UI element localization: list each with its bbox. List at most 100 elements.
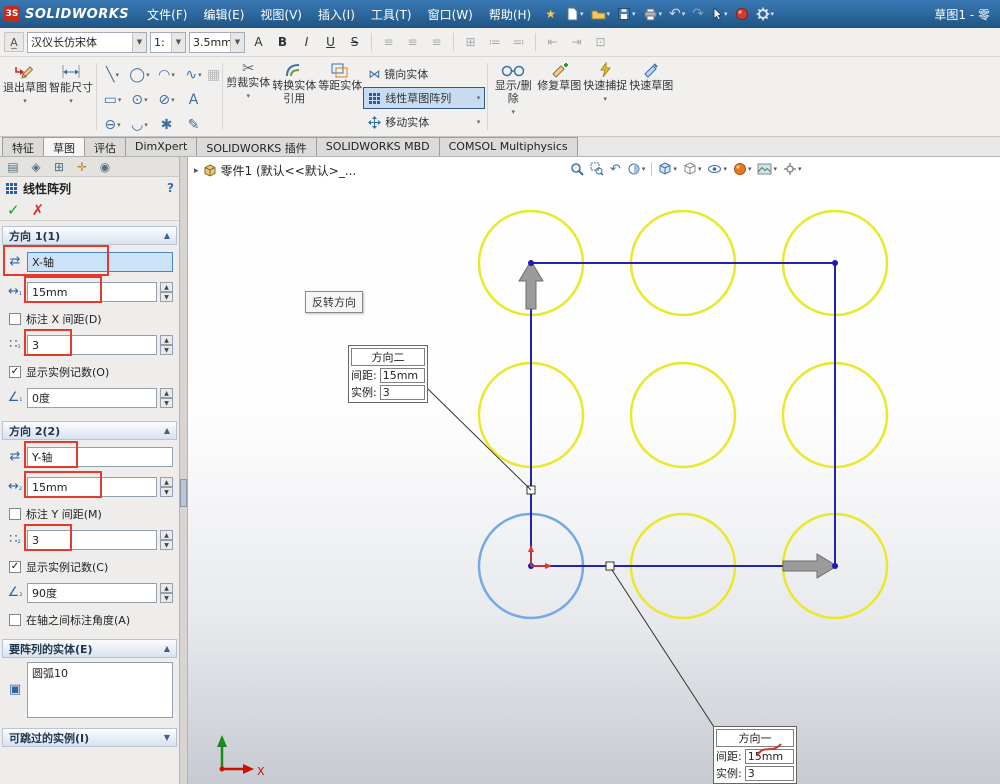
spacing-value[interactable]: 15mm bbox=[380, 368, 425, 383]
open-document-button[interactable]: ▾ bbox=[588, 3, 614, 25]
direction1-spacing-field[interactable]: 15mm bbox=[27, 282, 157, 302]
skip-instances-header[interactable]: 可跳过的实例(I) ▼ bbox=[2, 728, 177, 747]
dim-angle-checkbox[interactable] bbox=[9, 614, 21, 626]
menu-tools[interactable]: 工具(T) bbox=[363, 2, 420, 27]
direction1-angle-field[interactable]: 0度 bbox=[27, 388, 157, 408]
apply-scene-button[interactable]: ▾ bbox=[755, 159, 779, 179]
spinner[interactable]: ▲▼ bbox=[160, 530, 173, 550]
spin-down-icon[interactable]: ▼ bbox=[160, 345, 173, 355]
point-tool-button[interactable]: ✱ bbox=[153, 112, 180, 137]
direction2-spacing-field[interactable]: 15mm bbox=[27, 477, 157, 497]
menu-file[interactable]: 文件(F) bbox=[139, 2, 195, 27]
print-button[interactable]: ▾ bbox=[640, 3, 666, 25]
ellipse-tool-button[interactable]: ⊘▾ bbox=[153, 87, 180, 112]
direction2-angle-field[interactable]: 90度 bbox=[27, 583, 157, 603]
direction1-header[interactable]: 方向 1(1) ▲ bbox=[2, 226, 177, 245]
direction1-callout[interactable]: 方向一 间距: 15mm 实例: 3 bbox=[713, 726, 797, 784]
save-button[interactable]: ▾ bbox=[614, 3, 639, 25]
dimxpertmanager-icon[interactable]: ✛ bbox=[72, 158, 92, 175]
underline-button[interactable]: U bbox=[320, 32, 341, 53]
dim-y-spacing-checkbox[interactable] bbox=[9, 508, 21, 520]
mirror-entities-button[interactable]: ⋈ 镜向实体 bbox=[363, 63, 485, 85]
flyout-chevron-icon[interactable]: ▸ bbox=[194, 166, 199, 176]
sketch-canvas[interactable]: X bbox=[180, 157, 1000, 784]
text-tool-button[interactable]: A bbox=[180, 87, 207, 112]
entities-list-item[interactable]: 圆弧10 bbox=[32, 665, 168, 681]
text-format-icon[interactable]: A̲ bbox=[4, 32, 24, 52]
spin-up-icon[interactable]: ▲ bbox=[160, 477, 173, 487]
edit-appearance-button[interactable]: ▾ bbox=[731, 159, 754, 179]
spin-up-icon[interactable]: ▲ bbox=[160, 583, 173, 593]
font-dialog-button[interactable]: A bbox=[248, 32, 269, 53]
view-orientation-button[interactable]: ▾ bbox=[656, 159, 679, 179]
section-view-button[interactable]: ▾ bbox=[625, 159, 648, 179]
reverse-direction-icon[interactable]: ⇄ bbox=[6, 450, 24, 464]
bullet-list-icon[interactable]: ≔ bbox=[484, 32, 505, 53]
show-instance-count-checkbox-2[interactable]: ✓ bbox=[9, 561, 21, 573]
flyout-tree-header[interactable]: ▸ 零件1 (默认<<默认>_... bbox=[194, 162, 356, 179]
menu-edit[interactable]: 编辑(E) bbox=[195, 2, 252, 27]
align-left-icon[interactable]: ≡ bbox=[378, 32, 399, 53]
direction2-count-field[interactable]: 3 bbox=[27, 530, 157, 550]
rectangle-tool-button[interactable]: ▭▾ bbox=[99, 87, 126, 112]
tab-comsol[interactable]: COMSOL Multiphysics bbox=[439, 137, 578, 156]
text-height-combo[interactable]: 3.5mm ▼ bbox=[189, 32, 245, 53]
number-list-icon[interactable]: ≕ bbox=[508, 32, 529, 53]
circle-tool-button[interactable]: ◯▾ bbox=[126, 62, 153, 87]
line-tool-button[interactable]: ╲▾ bbox=[99, 62, 126, 87]
spinner[interactable]: ▲▼ bbox=[160, 388, 173, 408]
menu-view[interactable]: 视图(V) bbox=[252, 2, 310, 27]
arc-tool-button[interactable]: ◠▾ bbox=[153, 62, 180, 87]
entities-header[interactable]: 要阵列的实体(E) ▲ bbox=[2, 639, 177, 658]
sketch-picture-button[interactable]: ▦ bbox=[207, 62, 220, 87]
direction2-header[interactable]: 方向 2(2) ▲ bbox=[2, 421, 177, 440]
indent-left-icon[interactable]: ⇤ bbox=[542, 32, 563, 53]
fillet-tool-button[interactable]: ◡▾ bbox=[126, 112, 153, 137]
trim-entities-button[interactable]: ✂ 剪裁实体 ▾ bbox=[225, 59, 271, 134]
menu-insert[interactable]: 插入(I) bbox=[310, 2, 363, 27]
repair-sketch-button[interactable]: 修复草图 bbox=[536, 59, 582, 134]
direction1-count-field[interactable]: 3 bbox=[27, 335, 157, 355]
show-instance-count-checkbox-1[interactable]: ✓ bbox=[9, 366, 21, 378]
spin-up-icon[interactable]: ▲ bbox=[160, 335, 173, 345]
spinner[interactable]: ▲▼ bbox=[160, 583, 173, 603]
spline-tool-button[interactable]: ∿▾ bbox=[180, 62, 207, 87]
construction-tool-button[interactable]: ✎ bbox=[180, 112, 207, 137]
ok-button[interactable]: ✓ bbox=[7, 201, 20, 219]
redo-button[interactable]: ↷ bbox=[689, 3, 707, 25]
indent-right-icon[interactable]: ⇥ bbox=[566, 32, 587, 53]
linear-sketch-pattern-button[interactable]: 线性草图阵列 ▾ bbox=[363, 87, 485, 109]
spin-down-icon[interactable]: ▼ bbox=[160, 487, 173, 497]
zoom-fit-button[interactable] bbox=[568, 159, 586, 179]
polygon-tool-button[interactable]: ⊖▾ bbox=[99, 112, 126, 137]
undo-button[interactable]: ↶ ▾ bbox=[666, 3, 688, 25]
rotate-text-icon[interactable]: ⊞ bbox=[460, 32, 481, 53]
view-settings-button[interactable]: ▾ bbox=[781, 159, 804, 179]
font-name-combo[interactable]: 汉仪长仿宋体 ▼ bbox=[27, 32, 147, 53]
dim-x-spacing-checkbox[interactable] bbox=[9, 313, 21, 325]
help-icon[interactable]: ? bbox=[167, 181, 174, 195]
previous-view-button[interactable]: ↶ bbox=[608, 159, 623, 179]
direction2-callout[interactable]: 方向二 间距: 15mm 实例: 3 bbox=[348, 345, 428, 403]
bold-button[interactable]: B bbox=[272, 32, 293, 53]
new-document-button[interactable]: ▾ bbox=[562, 3, 587, 25]
reverse-direction-icon[interactable]: ⇄ bbox=[6, 255, 24, 269]
offset-entities-button[interactable]: 等距实体 bbox=[317, 59, 363, 134]
tab-dimxpert[interactable]: DimXpert bbox=[125, 137, 197, 156]
graphics-viewport[interactable]: X ▸ 零件1 (默认<<默认>_... ↶ bbox=[180, 157, 1000, 784]
rebuild-button[interactable] bbox=[732, 3, 752, 25]
options-button[interactable]: ▾ bbox=[753, 3, 778, 25]
entities-listbox[interactable]: 圆弧10 bbox=[27, 662, 173, 718]
strikethrough-button[interactable]: S bbox=[344, 32, 365, 53]
panel-splitter[interactable] bbox=[180, 157, 188, 784]
tab-sketch[interactable]: 草图 bbox=[43, 137, 85, 156]
direction1-handle[interactable] bbox=[606, 562, 614, 570]
spin-up-icon[interactable]: ▲ bbox=[160, 388, 173, 398]
exit-sketch-button[interactable]: 退出草图 ▾ bbox=[2, 59, 48, 134]
select-button[interactable]: ▾ bbox=[708, 3, 731, 25]
direction1-axis-field[interactable]: X-轴 bbox=[27, 252, 173, 272]
align-center-icon[interactable]: ≡ bbox=[402, 32, 423, 53]
spin-down-icon[interactable]: ▼ bbox=[160, 593, 173, 603]
menu-help[interactable]: 帮助(H) bbox=[481, 2, 539, 27]
displaymanager-icon[interactable]: ◉ bbox=[95, 158, 115, 175]
